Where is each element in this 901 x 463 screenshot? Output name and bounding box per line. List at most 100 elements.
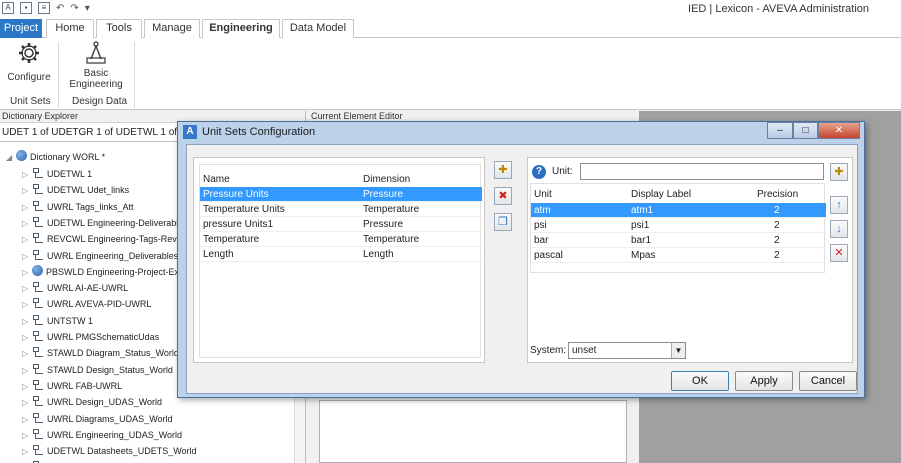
tree-item[interactable]: ▷ UDETWL Engineering-Deliverabl [22,215,178,231]
tree-item[interactable]: ▷ UWRL PMGSchematicUdas [22,329,159,345]
app-logo-icon[interactable]: A [2,2,14,14]
customize-icon[interactable]: ▾ [85,3,90,14]
properties-icon[interactable]: ≡ [38,2,50,14]
expand-arrow-icon[interactable]: ▷ [22,379,32,395]
cell-unit: atm [534,205,551,216]
table-row[interactable]: bar bar1 2 [531,233,826,248]
configure-button[interactable]: Configure [6,42,52,83]
expand-arrow-icon[interactable]: ▷ [22,200,32,216]
move-up-button[interactable]: ↑ [830,196,848,214]
tree-item[interactable]: ▷ PBSWLD Engineering-Project-Ex [22,264,179,280]
basic-engineering-button[interactable]: Basic Engineering [66,41,126,90]
help-icon[interactable]: ? [532,165,546,179]
tree-item[interactable]: ▷ UNTSTW 1 [22,313,93,329]
system-select[interactable]: unset ▼ [568,342,686,359]
move-down-button[interactable]: ↓ [830,220,848,238]
expand-arrow-icon[interactable]: ▷ [22,249,32,265]
apply-button[interactable]: Apply [735,371,793,391]
tree-item[interactable]: ▷ UWRL Engineering_UDAS_World [22,427,182,443]
new-unit-set-button[interactable]: ✚ [494,161,512,179]
expand-arrow-icon[interactable]: ▷ [22,412,32,428]
tree-item-label: STAWLD Diagram_Status_World [47,348,179,359]
maximize-button[interactable]: □ [793,122,818,139]
tree-item[interactable]: ▷ STAWLD Design_Status_World [22,362,173,378]
table-row[interactable]: psi psi1 2 [531,218,826,233]
tree-item[interactable]: ▷ UWRL Engineering_Deliverables [22,248,178,264]
tab-manage[interactable]: Manage [144,19,200,38]
expand-arrow-icon[interactable]: ▷ [22,297,32,313]
expand-arrow-icon[interactable]: ▷ [22,216,32,232]
expand-arrow-icon[interactable]: ▷ [22,444,32,460]
tree-item[interactable]: ▷ UWRL Design_UDAS_World [22,394,162,410]
cell-unit: pascal [534,250,563,261]
tree-root[interactable]: ◢ Dictionary WORL * [6,149,105,165]
tree-item[interactable]: ▷ UWRL FAB-UWRL [22,378,122,394]
tree-item-label: UWRL AVEVA-PID-UWRL [47,299,152,310]
table-row[interactable]: atm atm1 2 [531,203,826,218]
expand-arrow-icon[interactable]: ▷ [22,395,32,411]
expand-arrow-icon[interactable]: ▷ [22,428,32,444]
table-row[interactable]: Temperature Units Temperature [200,202,482,217]
tree-item[interactable]: ▷ UWRL AI-AE-UWRL [22,280,128,296]
chevron-down-icon[interactable]: ▼ [671,343,685,358]
dialog-body: Name Dimension Pressure Units Pressure T… [186,144,858,394]
tree-item[interactable]: ▷ UWRL Diagrams_UDAS_World [22,411,173,427]
expand-arrow-icon[interactable]: ▷ [22,281,32,297]
delete-unit-button[interactable]: ✕ [830,244,848,262]
tab-data-model[interactable]: Data Model [282,19,354,38]
tree-item[interactable]: ▷ UDETWL Udet_links [22,182,129,198]
expand-arrow-icon[interactable]: ▷ [22,314,32,330]
col-name-header[interactable]: Name [203,174,230,185]
table-row[interactable]: Pressure Units Pressure [200,187,482,202]
tree-item[interactable]: ▷ UWRL Tags_links_Att [22,199,134,215]
expanded-arrow-icon[interactable]: ◢ [6,150,16,166]
tree-item[interactable]: ▷ REVCWL Engineering-Tags-Rev [22,231,177,247]
expand-arrow-icon[interactable]: ▷ [22,167,32,183]
tree-item[interactable]: ▷ STAWLD Diagram_Status_World [22,345,179,361]
expand-arrow-icon[interactable]: ▷ [22,330,32,346]
cell-dimension: Temperature [363,234,420,245]
expand-arrow-icon[interactable]: ▷ [22,232,32,248]
quick-access-toolbar: A ▪ ≡ ↶ ↷ ▾ [2,2,90,14]
ribbon-separator [58,42,59,108]
table-row[interactable]: pressure Units1 Pressure [200,217,482,232]
expand-arrow-icon[interactable]: ▷ [22,346,32,362]
minimize-button[interactable]: – [767,122,793,139]
hierarchy-icon [32,331,44,341]
tab-engineering[interactable]: Engineering [202,19,280,39]
close-button[interactable]: ✕ [818,122,860,139]
cancel-button[interactable]: Cancel [799,371,857,391]
tab-tools[interactable]: Tools [96,19,142,38]
tree-item[interactable]: ▷ UWRL AVEVA-PID-UWRL [22,296,151,312]
tree-item[interactable]: ▷ UDETWL 1 [22,166,92,182]
ok-button[interactable]: OK [671,371,729,391]
tree-item[interactable]: ▷ UDETWL Datasheets_UDETS_World [22,443,197,459]
cell-name: Temperature Units [203,204,285,215]
hierarchy-icon [32,233,44,244]
copy-unit-set-button[interactable]: ❐ [494,213,512,231]
redo-icon[interactable]: ↷ [70,3,78,14]
tree-item[interactable]: ▷UWRL Datasheets_UDAS_World [22,459,180,463]
add-unit-button[interactable]: ✚ [830,163,848,181]
expand-arrow-icon[interactable]: ▷ [22,265,32,281]
engineering-label: Engineering [69,79,123,90]
delete-unit-set-button[interactable]: ✖ [494,187,512,205]
hierarchy-icon [32,396,44,407]
expand-arrow-icon[interactable]: ▷ [22,183,32,199]
save-icon[interactable]: ▪ [20,2,32,14]
table-row[interactable]: Length Length [200,247,482,262]
col-unit-header[interactable]: Unit [534,189,552,200]
basic-label: Basic [83,68,109,79]
expand-arrow-icon[interactable]: ▷ [22,363,32,379]
dialog-titlebar[interactable]: A Unit Sets Configuration – □ ✕ [178,122,864,142]
table-row[interactable]: pascal Mpas 2 [531,248,826,263]
col-dimension-header[interactable]: Dimension [363,174,410,185]
tab-home[interactable]: Home [46,19,94,38]
unit-input[interactable] [580,163,824,180]
group-design-data: Design Data [72,96,128,107]
col-precision-header[interactable]: Precision [757,189,798,200]
table-row[interactable]: Temperature Temperature [200,232,482,247]
tab-project[interactable]: Project [0,19,42,38]
undo-icon[interactable]: ↶ [56,3,64,14]
col-display-label-header[interactable]: Display Label [631,189,691,200]
